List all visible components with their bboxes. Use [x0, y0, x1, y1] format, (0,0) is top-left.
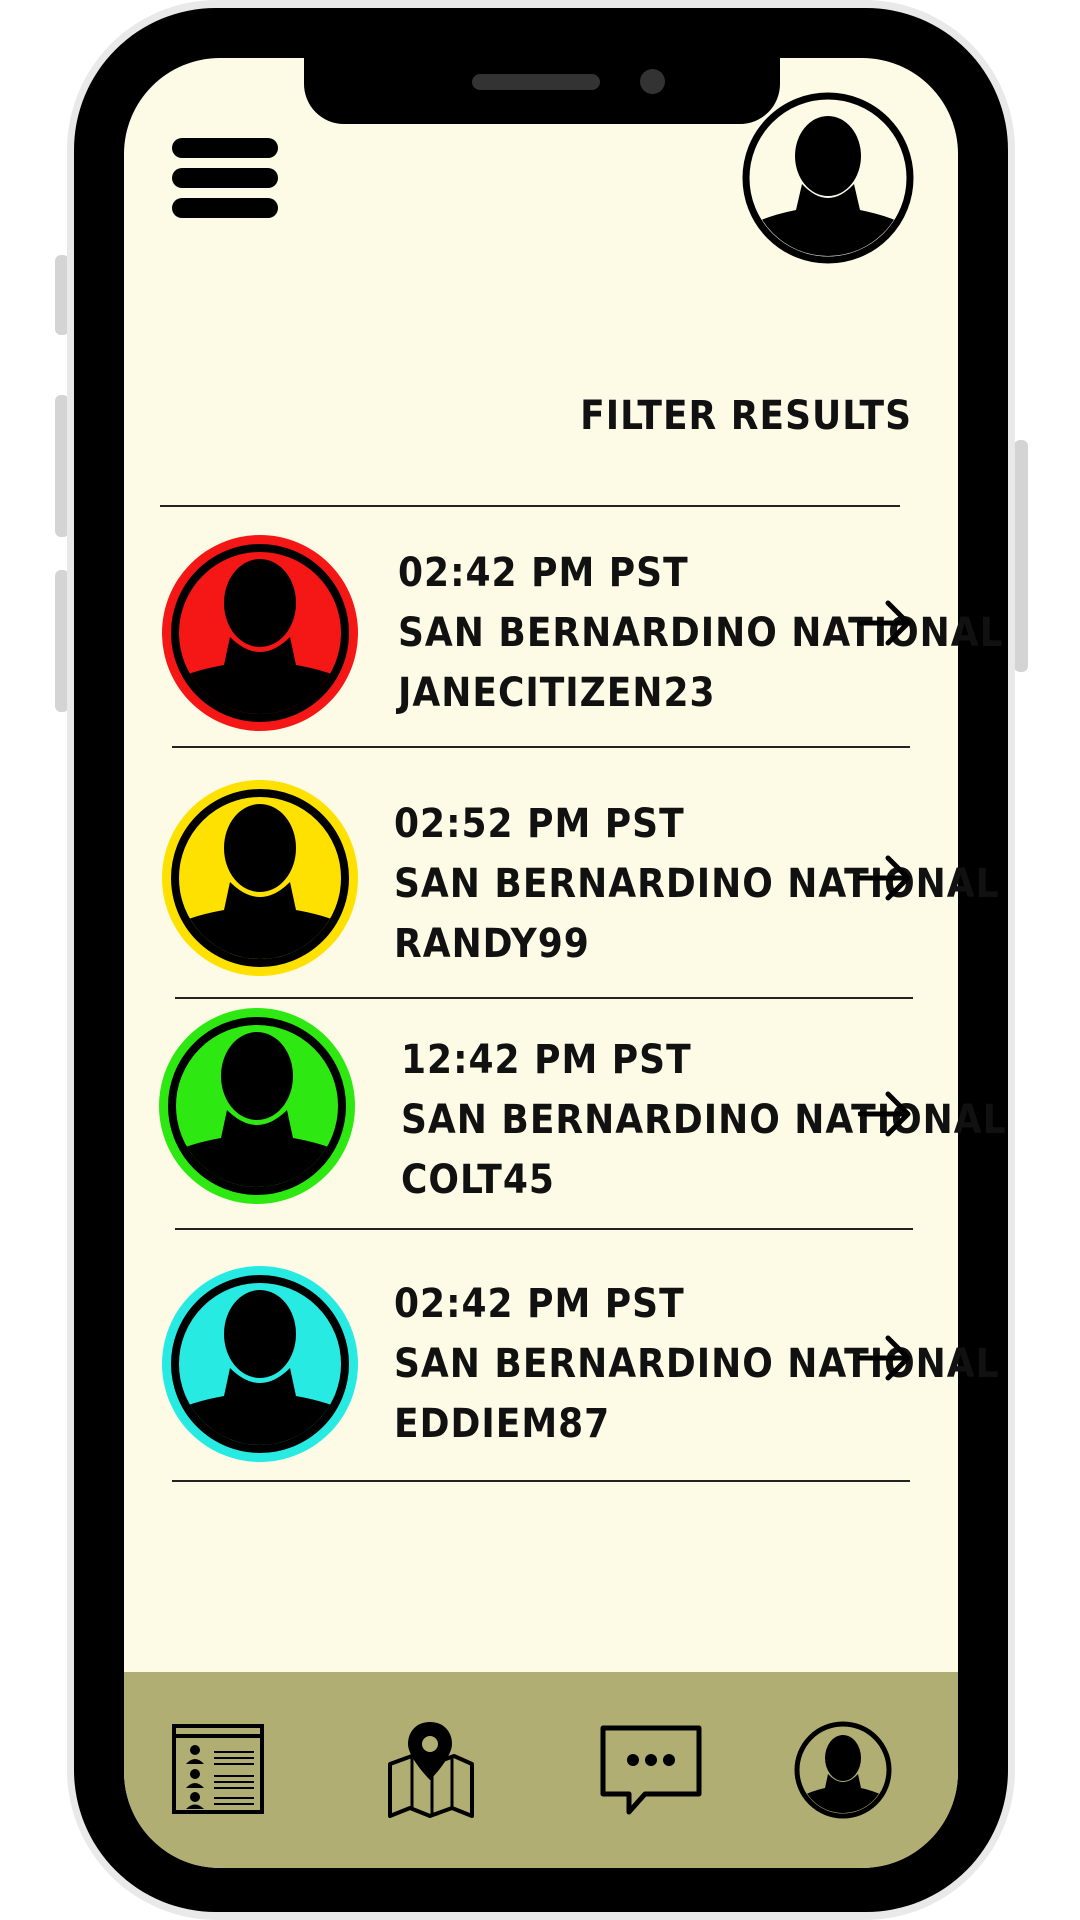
phone-power-button	[1014, 440, 1028, 672]
result-time: 12:42 PM PST	[401, 1037, 692, 1083]
list-icon[interactable]	[170, 1720, 270, 1820]
result-row[interactable]: 02:42 PM PST SAN BERNARDINO NATIONAL JAN…	[160, 533, 1003, 733]
result-row[interactable]: 02:42 PM PST SAN BERNARDINO NATIONAL EDD…	[160, 1264, 999, 1464]
result-username: EDDIEM87	[394, 1401, 611, 1447]
user-avatar-icon	[162, 780, 358, 976]
arrow-right-icon[interactable]	[858, 1328, 914, 1388]
phone-notch	[304, 58, 780, 124]
profile-avatar-icon[interactable]	[742, 92, 914, 264]
user-avatar-icon	[162, 1266, 358, 1462]
result-username: RANDY99	[394, 921, 590, 967]
user-avatar-icon	[159, 1008, 355, 1204]
result-time: 02:52 PM PST	[394, 801, 685, 847]
phone-speaker	[472, 74, 600, 90]
filter-results-button[interactable]: FILTER RESULTS	[580, 393, 912, 439]
result-time: 02:42 PM PST	[394, 1281, 685, 1327]
result-username: COLT45	[401, 1157, 555, 1203]
hamburger-menu-icon[interactable]	[172, 138, 278, 218]
divider	[172, 1480, 910, 1482]
divider	[175, 997, 913, 999]
map-icon[interactable]	[380, 1720, 480, 1820]
divider	[175, 1228, 913, 1230]
divider	[172, 746, 910, 748]
chat-icon[interactable]	[596, 1720, 706, 1820]
result-row[interactable]: 02:52 PM PST SAN BERNARDINO NATIONAL RAN…	[160, 778, 999, 978]
user-avatar-icon	[162, 535, 358, 731]
arrow-right-icon[interactable]	[858, 593, 914, 653]
result-row[interactable]: 12:42 PM PST SAN BERNARDINO NATIONAL COL…	[157, 1006, 1006, 1206]
phone-camera	[640, 69, 665, 94]
arrow-right-icon[interactable]	[858, 1084, 914, 1144]
result-location: SAN BERNARDINO NATIONAL	[401, 1097, 1007, 1143]
profile-icon[interactable]	[793, 1720, 893, 1820]
result-username: JANECITIZEN23	[398, 670, 716, 716]
arrow-right-icon[interactable]	[858, 848, 914, 908]
divider	[160, 505, 900, 507]
